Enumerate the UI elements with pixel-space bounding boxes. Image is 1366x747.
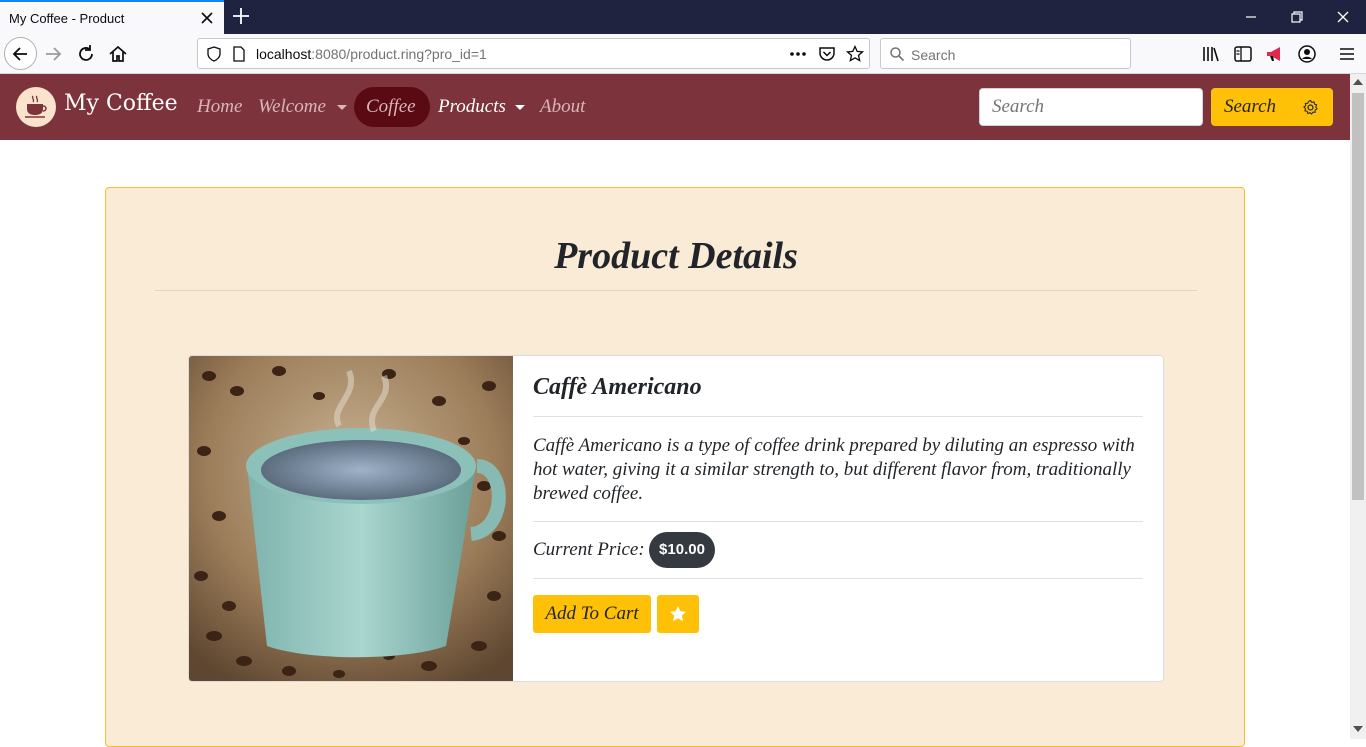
browser-toolbar: localhost:8080/product.ring?pro_id=1 Sea… <box>0 34 1366 74</box>
arrow-left-icon <box>12 47 27 61</box>
scroll-up-icon[interactable] <box>1353 79 1363 85</box>
new-tab-icon[interactable] <box>230 5 252 27</box>
browser-search-field[interactable]: Search <box>880 38 1131 69</box>
restore-icon[interactable] <box>1288 8 1306 26</box>
nav-about[interactable]: About <box>540 96 585 118</box>
site-search-input[interactable] <box>979 88 1203 126</box>
product-details-panel: Product Details Caffè Americano Caffè Am… <box>105 187 1245 747</box>
shield-icon[interactable] <box>206 46 222 62</box>
nav-coffee-active[interactable]: Coffee <box>354 87 430 127</box>
browser-tab-strip: My Coffee - Product <box>0 0 1366 34</box>
close-window-icon[interactable] <box>1334 8 1352 26</box>
nav-home[interactable]: Home <box>197 96 242 118</box>
brand-name[interactable]: My Coffee <box>64 91 178 116</box>
back-button[interactable] <box>4 37 37 70</box>
nav-products[interactable]: Products <box>438 96 506 118</box>
nav-welcome[interactable]: Welcome <box>258 96 326 118</box>
gear-icon <box>1303 99 1318 115</box>
site-search-label: Search <box>1224 96 1277 117</box>
favorite-button[interactable] <box>657 595 699 633</box>
url-path: :8080/product.ring?pro_id=1 <box>311 46 487 62</box>
menu-icon[interactable] <box>1336 43 1358 65</box>
product-name: Caffè Americano <box>533 374 702 400</box>
product-description: Caffè Americano is a type of coffee drin… <box>533 435 1135 504</box>
scroll-down-icon[interactable] <box>1353 726 1363 732</box>
logo[interactable] <box>16 87 56 127</box>
more-actions-icon[interactable] <box>788 47 808 61</box>
pocket-icon[interactable] <box>818 45 836 63</box>
divider <box>533 416 1143 417</box>
star-icon <box>670 606 686 622</box>
products-chevron-down-icon <box>515 105 525 110</box>
tab-title: My Coffee - Product <box>9 11 125 26</box>
divider <box>533 578 1143 579</box>
minimize-icon[interactable] <box>1242 8 1260 26</box>
site-navbar: My Coffee Home Welcome Coffee Products A… <box>0 74 1350 140</box>
bookmark-star-icon[interactable] <box>846 45 864 63</box>
library-icon[interactable] <box>1200 43 1222 65</box>
account-icon[interactable] <box>1296 43 1318 65</box>
price-badge: $10.00 <box>649 532 715 568</box>
home-icon[interactable] <box>107 43 129 65</box>
megaphone-icon[interactable] <box>1264 43 1286 65</box>
title-divider <box>155 290 1197 291</box>
site-search-button[interactable]: Search <box>1211 88 1333 126</box>
welcome-chevron-down-icon <box>337 105 347 110</box>
product-card: Caffè Americano Caffè Americano is a typ… <box>188 355 1164 682</box>
url-host: localhost <box>256 46 312 62</box>
search-icon <box>890 47 905 62</box>
nav-coffee: Coffee <box>366 96 416 117</box>
divider <box>533 521 1143 522</box>
add-to-cart-button[interactable]: Add To Cart <box>533 595 651 633</box>
browser-search-placeholder: Search <box>911 47 956 63</box>
scrollbar-thumb[interactable] <box>1352 93 1364 500</box>
address-bar[interactable]: localhost:8080/product.ring?pro_id=1 <box>197 38 870 69</box>
forward-icon[interactable] <box>42 43 64 65</box>
price-label: Current Price: <box>533 539 645 560</box>
page-icon <box>233 46 245 62</box>
product-image <box>189 356 513 681</box>
sidebar-icon[interactable] <box>1232 43 1254 65</box>
url-text: localhost:8080/product.ring?pro_id=1 <box>256 46 487 62</box>
browser-tab[interactable]: My Coffee - Product <box>0 0 224 34</box>
reload-icon[interactable] <box>75 43 97 65</box>
coffee-cup-icon <box>25 95 47 118</box>
close-tab-icon[interactable] <box>198 9 216 27</box>
page-title: Product Details <box>554 235 798 277</box>
